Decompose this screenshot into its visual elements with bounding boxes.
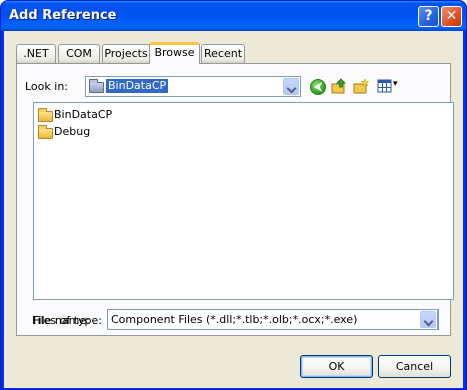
views-menu-icon[interactable]: ▾	[377, 78, 401, 94]
files-of-type-dropdown[interactable]: Component Files (*.dll;*.tlb;*.olb;*.ocx…	[107, 309, 438, 330]
files-of-type-label: Files of type:	[32, 314, 103, 327]
tab-dotnet[interactable]: .NET	[16, 44, 56, 63]
files-of-type-value: Component Files (*.dll;*.tlb;*.olb;*.ocx…	[111, 313, 358, 326]
tab-projects[interactable]: Projects	[102, 44, 150, 63]
ok-button[interactable]: OK	[300, 355, 373, 378]
folder-icon	[38, 125, 53, 139]
look-in-dropdown[interactable]: BinDataCP	[85, 76, 301, 97]
title-bar[interactable]: Add Reference ? ✕	[1, 1, 466, 31]
close-icon: ✕	[445, 8, 458, 24]
look-in-label: Look in:	[25, 80, 68, 93]
chevron-down-icon[interactable]	[420, 311, 436, 328]
new-folder-icon[interactable]	[353, 78, 370, 94]
close-button[interactable]: ✕	[441, 6, 462, 27]
cancel-button[interactable]: Cancel	[378, 355, 451, 378]
list-item-label: Debug	[54, 125, 91, 138]
folder-icon	[38, 108, 53, 122]
file-list[interactable]: BinDataCP Debug	[33, 102, 454, 300]
views-dropdown-arrow: ▾	[393, 79, 398, 89]
tab-browse[interactable]: Browse	[149, 42, 200, 64]
help-button[interactable]: ?	[418, 6, 439, 27]
chevron-down-icon[interactable]	[283, 78, 299, 95]
add-reference-dialog: Add Reference ? ✕ .NET COM Projects Brow…	[0, 0, 467, 390]
look-in-value: BinDataCP	[106, 79, 169, 93]
up-one-level-icon[interactable]	[331, 78, 347, 94]
tab-com[interactable]: COM	[58, 44, 100, 63]
dialog-title: Add Reference	[9, 8, 117, 23]
folder-icon	[89, 79, 104, 93]
browse-panel: Look in: BinDataCP ⮜ ▾ BinDataCP Debug F…	[16, 63, 454, 336]
dialog-body: .NET COM Projects Browse Recent Look in:…	[4, 31, 463, 388]
back-icon[interactable]: ⮜	[310, 79, 326, 95]
list-item-label: BinDataCP	[54, 108, 113, 121]
help-icon: ?	[424, 8, 433, 24]
tab-recent[interactable]: Recent	[201, 44, 245, 63]
